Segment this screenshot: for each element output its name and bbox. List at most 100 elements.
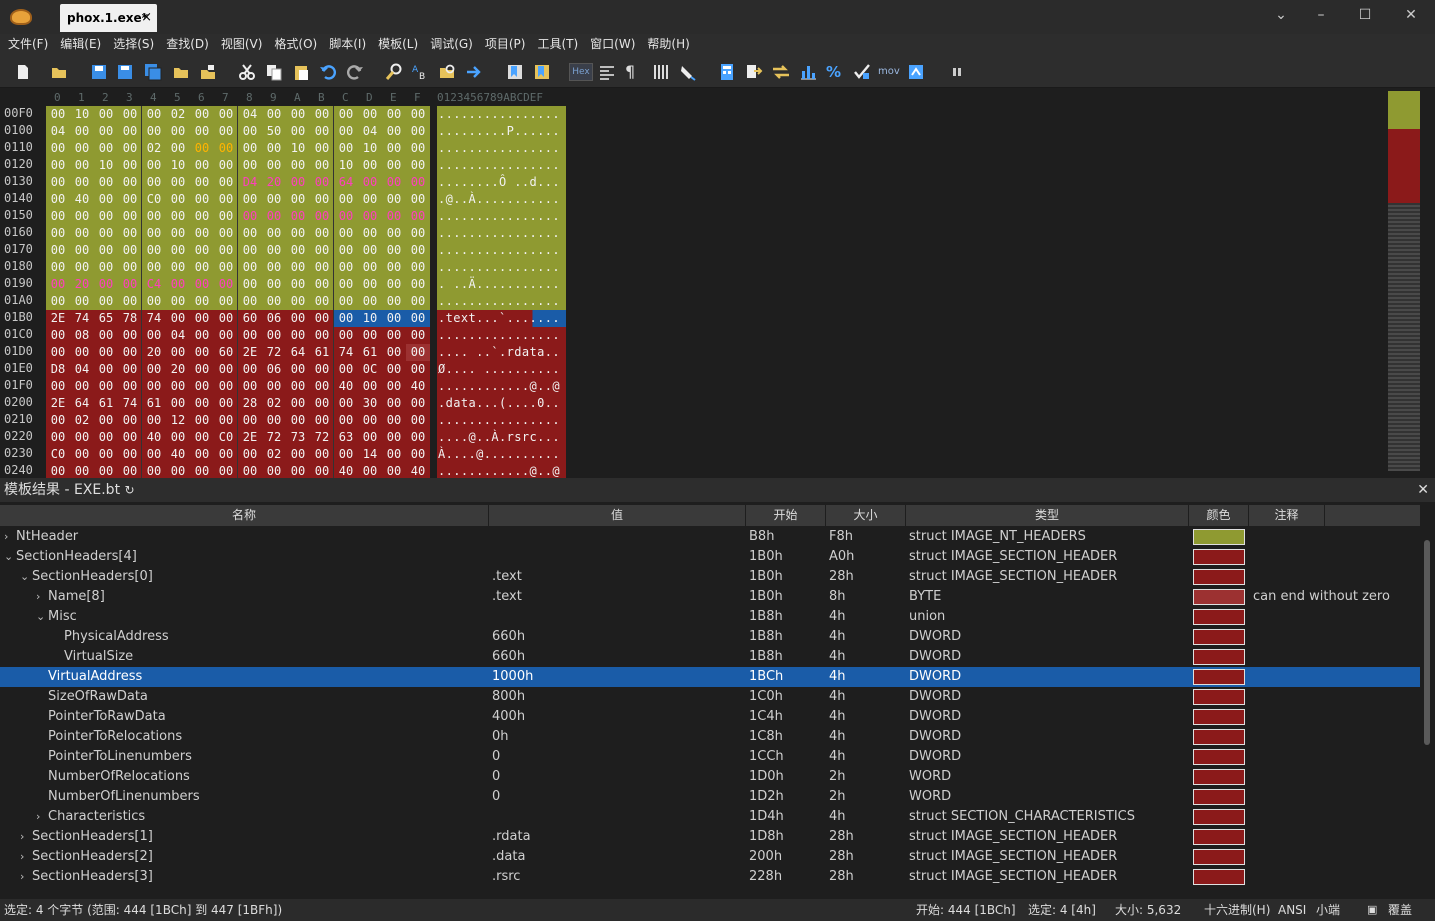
hex-byte[interactable]: 00 [286, 123, 310, 140]
hex-byte[interactable]: 00 [214, 123, 238, 140]
hex-byte[interactable]: 00 [214, 140, 238, 157]
hex-byte[interactable]: 00 [238, 123, 262, 140]
hex-byte[interactable]: 00 [118, 174, 142, 191]
hex-byte[interactable]: 00 [334, 123, 358, 140]
status-encoding[interactable]: ANSI [1278, 899, 1306, 921]
hex-byte[interactable]: 00 [94, 106, 118, 123]
menu-item-12[interactable]: 帮助(H) [643, 34, 693, 56]
disassembler-icon[interactable]: mov [878, 63, 902, 81]
hex-byte[interactable]: 61 [310, 344, 334, 361]
hex-byte[interactable]: 00 [214, 225, 238, 242]
hex-byte[interactable]: 00 [94, 361, 118, 378]
column-header-comment[interactable]: 注释 [1249, 505, 1325, 526]
hex-byte[interactable]: 64 [70, 395, 94, 412]
hex-byte[interactable]: 00 [166, 293, 190, 310]
hex-byte[interactable]: 00 [406, 429, 430, 446]
hex-byte[interactable]: 00 [214, 361, 238, 378]
hex-byte[interactable]: 00 [286, 276, 310, 293]
hex-byte[interactable]: 00 [214, 242, 238, 259]
hex-row[interactable]: 00 00 00 00 20 00 00 60 2E 72 64 61 74 61 00 00 [46, 344, 430, 361]
hex-byte[interactable]: 00 [118, 378, 142, 395]
hex-byte[interactable]: 00 [334, 208, 358, 225]
expand-chevron-icon[interactable]: › [20, 827, 32, 847]
hex-byte[interactable]: 00 [118, 242, 142, 259]
hex-editor-pane[interactable]: 0123456789ABCDEF 0123456789ABCDEF 00F0 00… [0, 89, 1435, 480]
hex-byte[interactable]: 00 [238, 259, 262, 276]
template-row[interactable]: PointerToRawData 400h 1C4h 4h DWORD [0, 707, 1420, 727]
hex-byte[interactable]: 00 [190, 123, 214, 140]
expand-chevron-icon[interactable]: › [36, 807, 48, 827]
hex-row[interactable]: 00 08 00 00 00 04 00 00 00 00 00 00 00 00 00 00 [46, 327, 430, 344]
ascii-row[interactable]: À....@.......... [437, 446, 566, 463]
template-row[interactable]: › SectionHeaders[3] .rsrc 228h 28h struct IMA… [0, 867, 1420, 887]
hex-row[interactable]: 00 00 00 00 00 00 00 00 00 00 00 00 00 00 00 00 [46, 259, 430, 276]
hex-row[interactable]: C0 00 00 00 00 40 00 00 00 02 00 00 00 14 00 00 [46, 446, 430, 463]
hex-byte[interactable]: 00 [286, 157, 310, 174]
template-row[interactable]: › Name[8] .text 1B0h 8h BYTE can end without z… [0, 587, 1420, 607]
hex-byte[interactable]: 00 [286, 361, 310, 378]
refresh-icon[interactable]: ↻ [125, 483, 135, 497]
paste-icon[interactable] [292, 63, 310, 81]
hex-byte[interactable]: 00 [310, 361, 334, 378]
hex-byte[interactable]: 00 [142, 123, 166, 140]
hex-byte[interactable]: C0 [142, 191, 166, 208]
hex-byte[interactable]: 00 [190, 429, 214, 446]
hex-byte[interactable]: 00 [310, 378, 334, 395]
menu-item-1[interactable]: 编辑(E) [56, 34, 105, 56]
hex-byte[interactable]: 00 [406, 395, 430, 412]
hex-byte[interactable]: 00 [406, 157, 430, 174]
hex-byte[interactable]: 00 [334, 242, 358, 259]
hex-byte[interactable]: 00 [166, 378, 190, 395]
hex-byte[interactable]: 00 [286, 259, 310, 276]
hex-byte[interactable]: 00 [286, 191, 310, 208]
hex-byte[interactable]: 00 [94, 293, 118, 310]
hex-byte[interactable]: 00 [310, 106, 334, 123]
run-script-icon[interactable] [907, 63, 925, 81]
hex-byte[interactable]: 00 [382, 140, 406, 157]
hex-byte[interactable]: 02 [70, 412, 94, 429]
hex-byte[interactable]: 00 [46, 259, 70, 276]
hex-byte[interactable]: 00 [382, 106, 406, 123]
hex-byte[interactable]: 00 [262, 208, 286, 225]
hex-byte[interactable]: 64 [286, 344, 310, 361]
hex-byte[interactable]: 00 [358, 174, 382, 191]
ascii-row[interactable]: ................ [437, 327, 566, 344]
hex-byte[interactable]: 0C [358, 361, 382, 378]
hex-byte[interactable]: 00 [406, 412, 430, 429]
hex-byte[interactable]: 00 [358, 208, 382, 225]
hex-byte[interactable]: 00 [190, 276, 214, 293]
hex-byte[interactable]: 00 [166, 395, 190, 412]
template-row[interactable]: › SectionHeaders[2] .data 200h 28h struct IMA… [0, 847, 1420, 867]
ascii-row[interactable]: ................ [437, 293, 566, 310]
hex-byte[interactable]: 00 [46, 140, 70, 157]
expand-chevron-icon[interactable]: ⌄ [4, 547, 16, 567]
hex-byte[interactable]: 00 [94, 378, 118, 395]
hex-byte[interactable]: 74 [118, 395, 142, 412]
hex-byte[interactable]: 00 [310, 310, 334, 327]
find-icon[interactable] [385, 63, 403, 81]
hex-byte[interactable]: 00 [262, 259, 286, 276]
hex-byte[interactable]: 00 [334, 140, 358, 157]
pause-icon[interactable] [948, 63, 966, 81]
ascii-row[interactable]: Ø.... .......... [437, 361, 566, 378]
columns-icon[interactable] [652, 63, 670, 81]
ascii-row[interactable]: .data...(....0.. [437, 395, 566, 412]
file-tab[interactable]: phox.1.exe* × [60, 4, 157, 32]
hex-byte[interactable]: 00 [94, 174, 118, 191]
hex-byte[interactable]: 00 [262, 157, 286, 174]
hex-byte[interactable]: D8 [46, 361, 70, 378]
hex-byte[interactable]: 00 [70, 344, 94, 361]
hex-byte[interactable]: 00 [310, 191, 334, 208]
hex-byte[interactable]: 00 [94, 259, 118, 276]
hex-byte[interactable]: 00 [310, 276, 334, 293]
hex-byte[interactable]: 00 [190, 412, 214, 429]
hex-byte[interactable]: 10 [358, 310, 382, 327]
hex-byte[interactable]: 00 [46, 106, 70, 123]
hex-byte[interactable]: 40 [406, 378, 430, 395]
hex-byte[interactable]: 00 [382, 225, 406, 242]
hex-byte[interactable]: 10 [286, 140, 310, 157]
cut-icon[interactable] [238, 63, 256, 81]
hex-byte[interactable]: 00 [262, 276, 286, 293]
hex-byte[interactable]: 40 [334, 378, 358, 395]
hex-byte[interactable]: 00 [70, 225, 94, 242]
